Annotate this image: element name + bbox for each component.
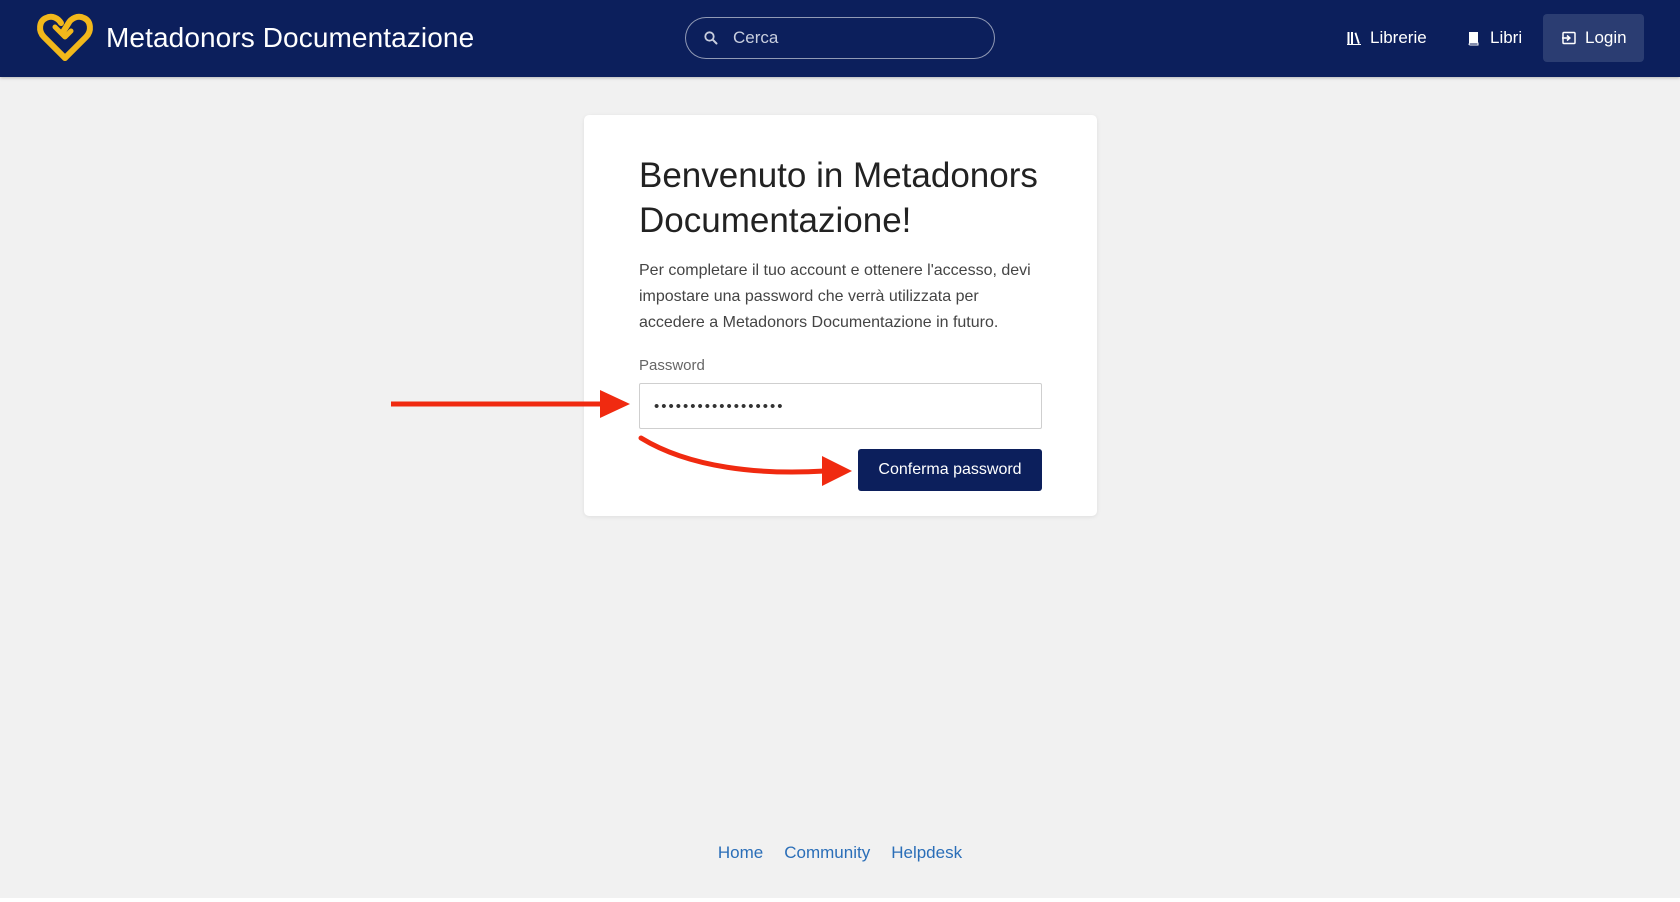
brand-home-link[interactable]: Metadonors Documentazione	[36, 10, 474, 66]
nav-libri-link[interactable]: Libri	[1466, 14, 1522, 62]
password-label: Password	[639, 357, 705, 374]
book-icon	[1468, 32, 1479, 46]
library-icon	[1347, 32, 1361, 45]
footer-link-home[interactable]: Home	[718, 843, 763, 863]
nav-libri-label: Libri	[1490, 28, 1523, 47]
page-title: Benvenuto in Metadonors Documentazione!	[639, 156, 1038, 240]
search-box	[685, 17, 995, 59]
nav-librerie-label: Librerie	[1370, 28, 1427, 47]
search-icon	[704, 31, 718, 45]
top-navbar: Metadonors Documentazione Librerie Libri	[0, 0, 1680, 77]
search-input[interactable]	[733, 19, 994, 57]
set-password-card: Benvenuto in Metadonors Documentazione! …	[584, 115, 1097, 516]
confirm-password-button[interactable]: Conferma password	[858, 449, 1042, 491]
login-label: Login	[1585, 28, 1627, 47]
heart-logo-icon	[37, 13, 93, 61]
footer-link-community[interactable]: Community	[784, 843, 870, 863]
app-title: Metadonors Documentazione	[106, 22, 475, 53]
footer-link-helpdesk[interactable]: Helpdesk	[891, 843, 962, 863]
intro-text: Per completare il tuo account e ottenere…	[639, 262, 1031, 331]
nav-librerie-link[interactable]: Librerie	[1346, 14, 1427, 62]
login-button[interactable]: Login	[1543, 14, 1644, 62]
footer-links: Home Community Helpdesk	[0, 843, 1680, 863]
bottom-strip	[0, 898, 1680, 902]
password-field[interactable]	[639, 383, 1042, 429]
login-icon	[1562, 31, 1576, 45]
